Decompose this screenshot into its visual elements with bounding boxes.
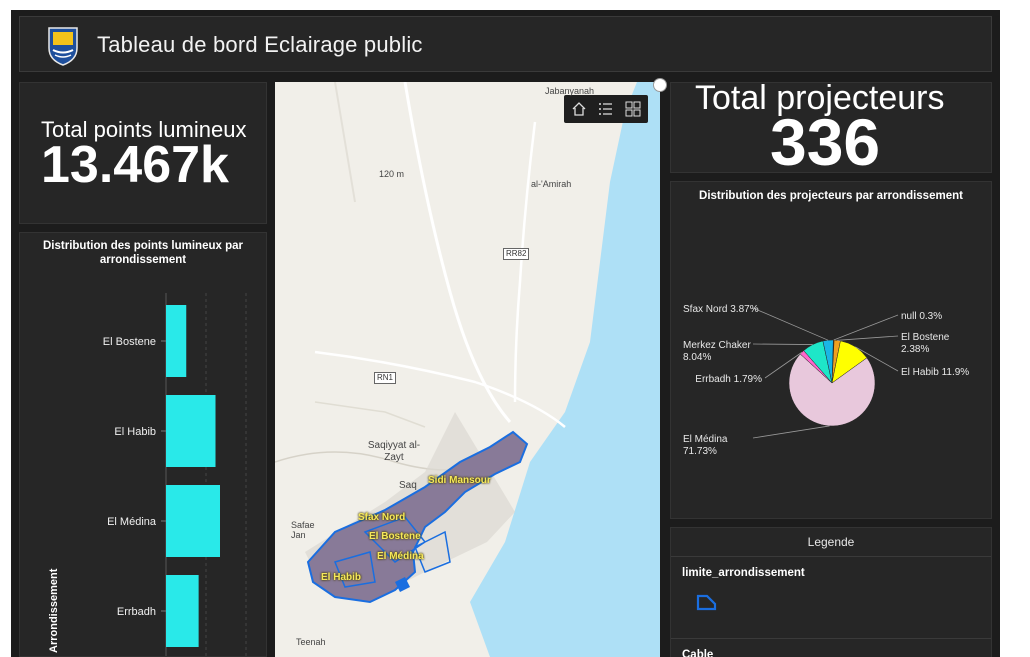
bar-chart: El Bostene El Habib El Médina Errbadh Arrond…: [48, 293, 247, 656]
sea: [470, 82, 660, 657]
track: [334, 82, 356, 203]
dashboard: Tableau de bord Eclairage public Total p…: [11, 10, 1000, 657]
kpi-total-projecteurs-panel: Total projecteurs 336: [670, 82, 992, 173]
bar-chart-category-label: Errbadh: [117, 606, 156, 618]
legend-title: Legende: [807, 535, 855, 549]
pie-data-label: Errbadh 1.79%: [695, 374, 762, 385]
legend-layer-limite: limite_arrondissement: [682, 567, 805, 579]
arrondissement-label-el-habib: El Habib: [321, 572, 362, 583]
road-rn1: [403, 82, 512, 423]
pie-leader-line: [752, 343, 813, 345]
map-label-teenah: Teenah: [296, 637, 326, 647]
list-icon[interactable]: [597, 100, 615, 118]
arrondissement-label-el-medina: El Médina: [377, 551, 424, 562]
pie-data-label: null 0.3%: [901, 311, 942, 322]
municipality-logo-icon: [48, 27, 78, 66]
home-icon[interactable]: [570, 100, 588, 118]
pie-data-label: El Bostene 2.38%: [901, 332, 950, 355]
polygon-symbol-icon: [696, 594, 717, 611]
bar-chart-bar[interactable]: [166, 305, 187, 377]
road-secondary: [314, 350, 566, 428]
basemap-icon[interactable]: [624, 100, 642, 118]
legend-layer-cable: Cable: [682, 649, 714, 657]
kpi-total-points-panel: Total points lumineux 13.467k: [19, 82, 267, 224]
pie-data-label: El Médina 71.73%: [683, 434, 728, 457]
map-label-jabanyanah: Jabanyanah: [545, 86, 595, 96]
map-view[interactable]: Jabanyanah 120 m al-'Amirah Saqiyyat al-…: [275, 82, 660, 657]
bar-chart-axis-label: Arrondissement: [48, 568, 60, 653]
map-canvas: [275, 82, 660, 657]
pie-leader-line: [833, 314, 899, 341]
road-shield-rr82: RR82: [503, 248, 530, 260]
map-label-saqiyyat-text: Saqiyyat al-Zayt: [367, 440, 421, 463]
road-rr82: [513, 121, 537, 403]
pie-data-label: Sfax Nord 3.87%: [683, 304, 759, 315]
map-label-saq: Saq: [399, 480, 417, 491]
pie-leader-line: [752, 307, 829, 341]
dashboard-title: Tableau de bord Eclairage public: [97, 32, 423, 57]
pie-leader-line: [752, 425, 830, 439]
legend-divider: [671, 638, 991, 639]
road-shield-rn1: RN1: [374, 372, 397, 384]
header-bar: Tableau de bord Eclairage public: [19, 16, 992, 72]
pie-chart-panel: Distribution des projecteurs par arrondi…: [670, 181, 992, 519]
arrondissement-label-sfax-nord: Sfax Nord: [358, 512, 406, 523]
pie-data-label: Merkez Chaker 8.04%: [683, 340, 751, 363]
bar-chart-category-label: El Habib: [114, 426, 156, 438]
map-label-saqiyyat: Saqiyyat al-Zayt: [364, 440, 424, 464]
track: [314, 401, 426, 428]
arrondissement-label-sidi-mansour: Sidi Mansour: [428, 475, 491, 486]
map-label-elevation: 120 m: [379, 169, 405, 179]
legend-divider: [671, 556, 991, 557]
map-label-safae: Safae Jan: [291, 520, 321, 540]
pie-chart: null 0.3% El Bostene 2.38% El Habib 11.9% El…: [683, 304, 969, 457]
bar-chart-panel: Distribution des points lumineux par arr…: [19, 232, 267, 657]
pie-data-label: El Habib 11.9%: [901, 367, 969, 378]
bar-chart-bar[interactable]: [166, 485, 220, 557]
arrondissement-label-el-bostene: El Bostene: [369, 531, 421, 542]
expand-icon[interactable]: [653, 78, 667, 92]
bar-chart-category-label: El Bostene: [103, 336, 156, 348]
map-label-amirah: al-'Amirah: [531, 179, 572, 189]
bar-chart-bar[interactable]: [166, 395, 216, 467]
bar-chart-bar[interactable]: [166, 575, 199, 647]
map-toolbar: [564, 95, 648, 123]
kpi-total-projecteurs-value: 336: [770, 105, 881, 173]
pie-leader-line: [837, 335, 899, 341]
map-label-safae-text: Safae Jan: [291, 520, 315, 540]
legend-panel: Legende limite_arrondissement Cable: [670, 527, 992, 657]
bar-chart-category-label: El Médina: [107, 516, 157, 528]
kpi-total-points-value: 13.467k: [41, 136, 229, 194]
